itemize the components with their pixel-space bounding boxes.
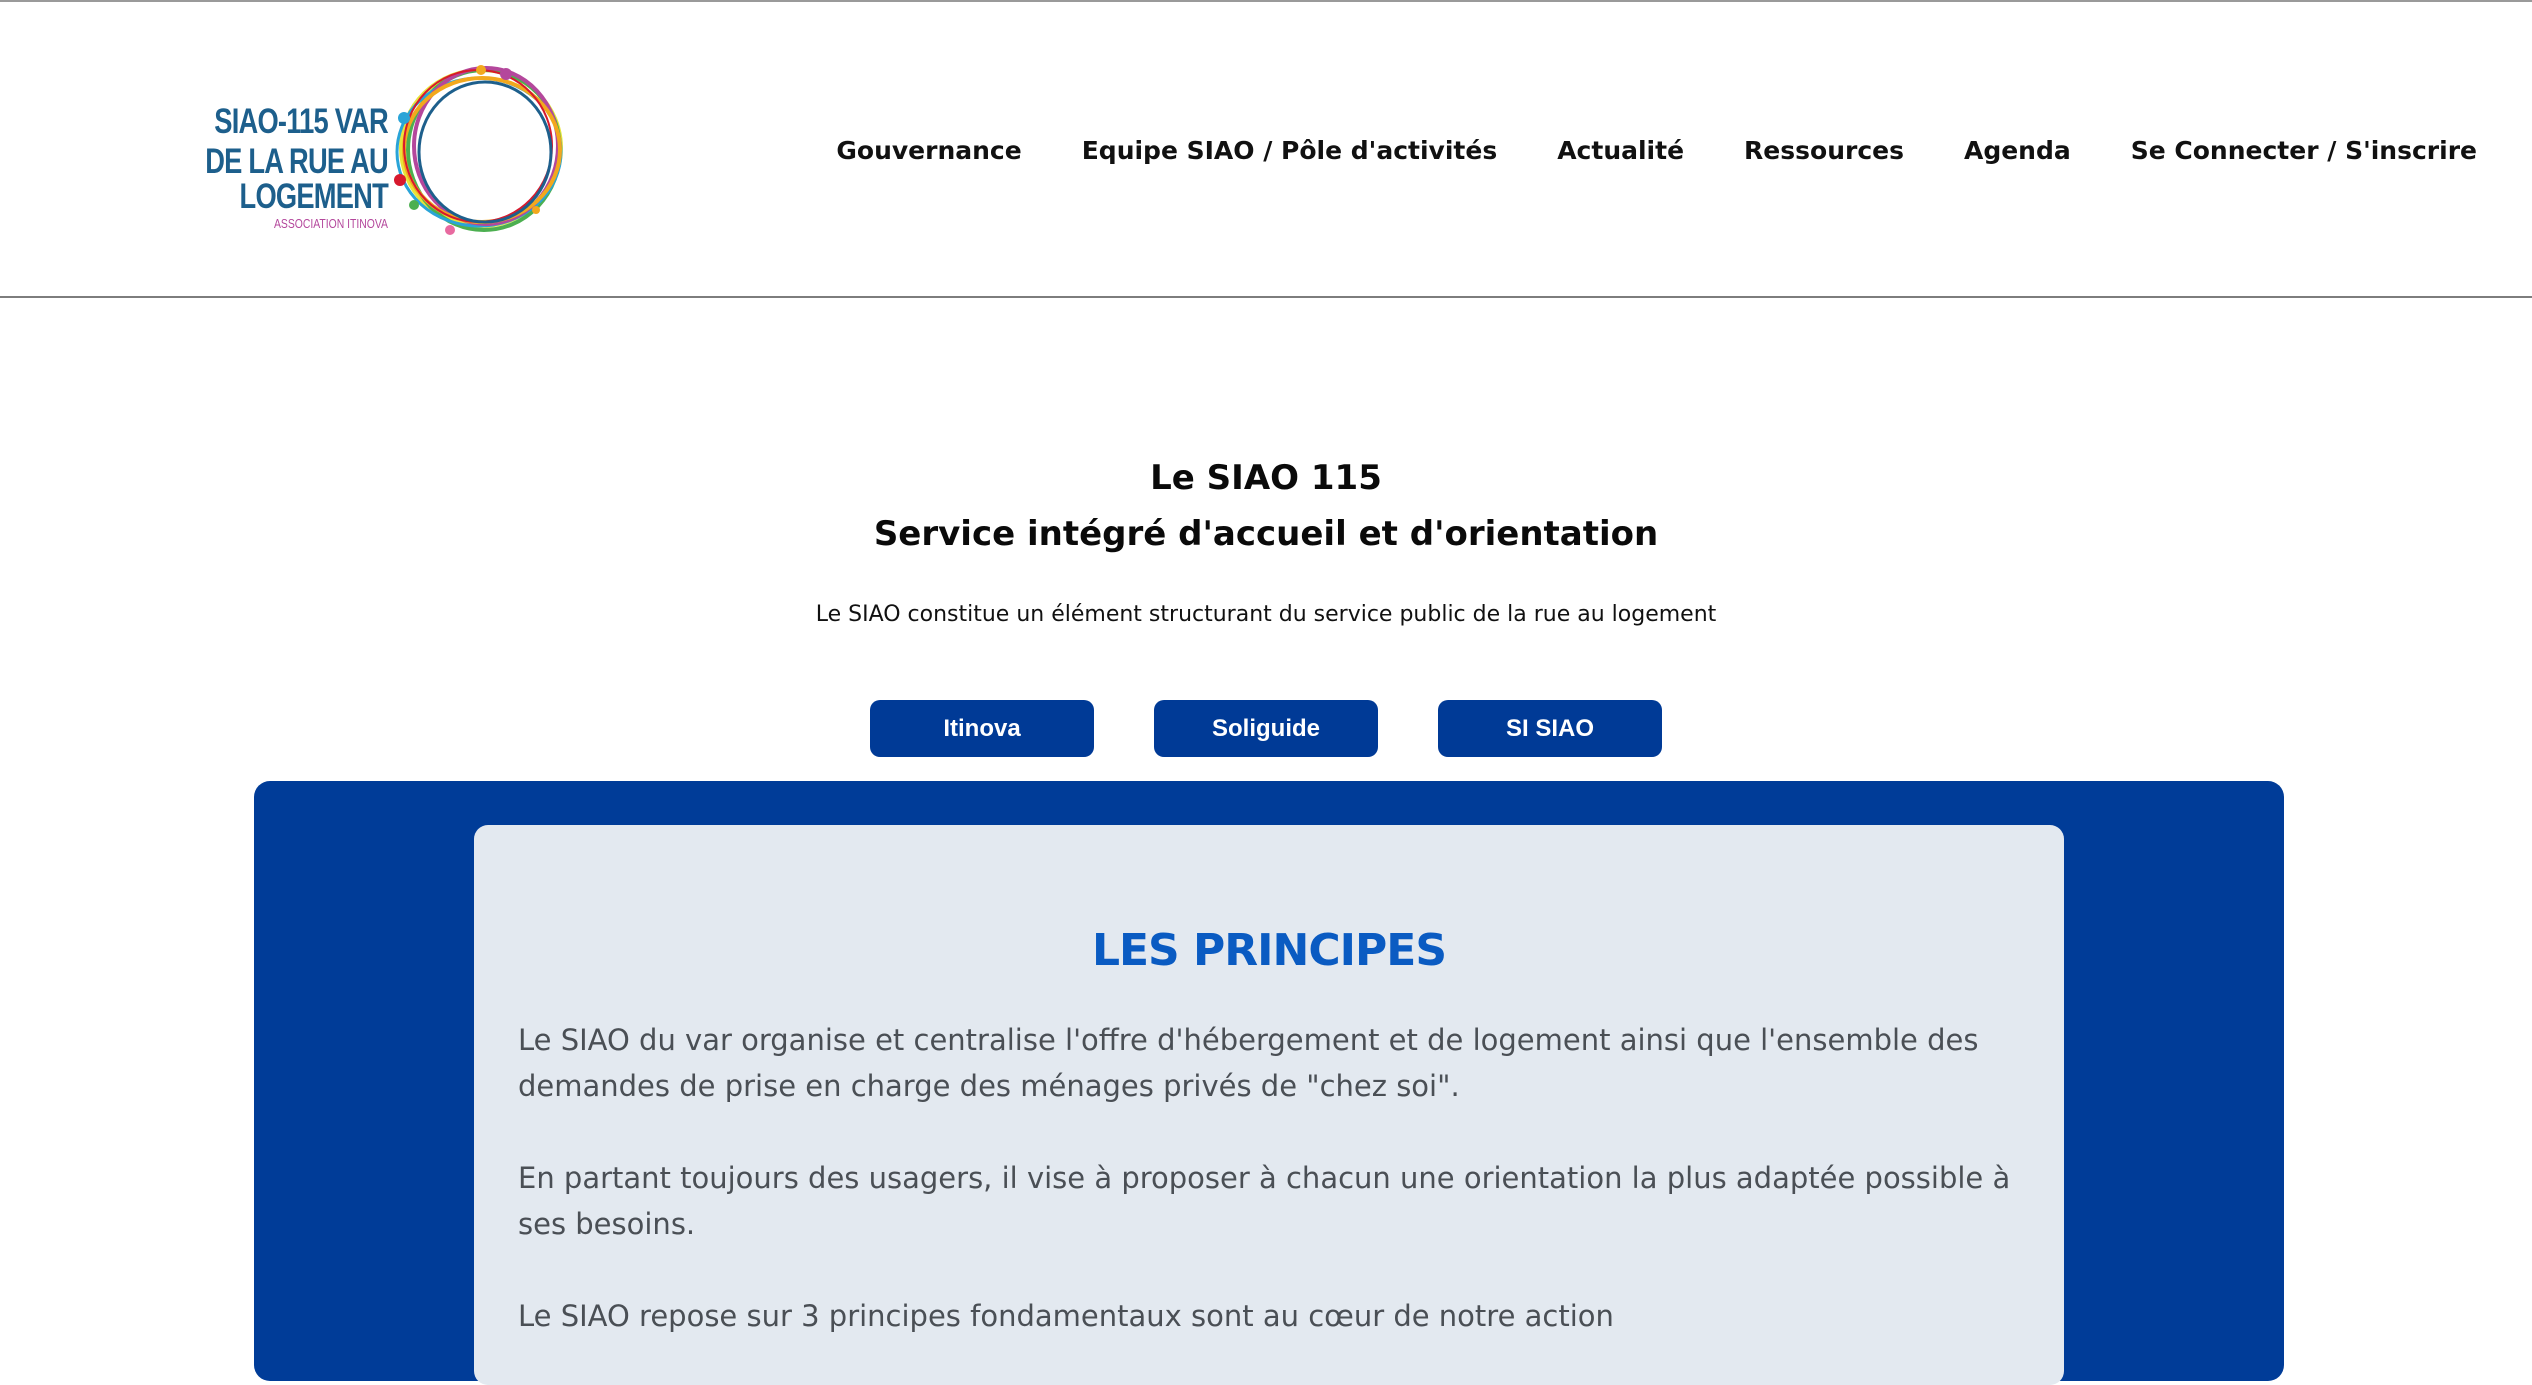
logo-line-1: SIAO-115 VAR — [214, 102, 389, 141]
soliguide-button[interactable]: Soliguide — [1154, 700, 1378, 757]
logo-wordmark: SIAO-115 VAR DE LA RUE AU LOGEMENT ASSOC… — [104, 102, 389, 231]
nav-login-register[interactable]: Se Connecter / S'inscrire — [2131, 136, 2477, 165]
nav-ressources[interactable]: Ressources — [1744, 136, 1904, 165]
nav-equipe-siao[interactable]: Equipe SIAO / Pôle d'activités — [1082, 136, 1497, 165]
page-title-line-2: Service intégré d'accueil et d'orientati… — [873, 514, 1659, 554]
principles-panel: LES PRINCIPES Le SIAO du var organise et… — [254, 781, 2284, 1385]
principles-paragraph-2: En partant toujours des usagers, il vise… — [518, 1161, 2011, 1241]
page-subtitle: Le SIAO constitue un élément structurant… — [815, 602, 1717, 627]
nav-agenda[interactable]: Agenda — [1964, 136, 2071, 165]
page-title: Le SIAO 115 Service intégré d'accueil et… — [0, 450, 2532, 562]
logo-line-3: ASSOCIATION ITINOVA — [273, 216, 388, 231]
nav-gouvernance[interactable]: Gouvernance — [836, 136, 1021, 165]
principles-paragraph-1: Le SIAO du var organise et centralise l'… — [518, 1023, 1979, 1103]
site-logo[interactable]: SIAO-115 VAR DE LA RUE AU LOGEMENT ASSOC… — [104, 60, 574, 240]
hero-section: Le SIAO 115 Service intégré d'accueil et… — [0, 450, 2532, 627]
principles-paragraph-3: Le SIAO repose sur 3 principes fondament… — [518, 1299, 1614, 1333]
site-header: SIAO-115 VAR DE LA RUE AU LOGEMENT ASSOC… — [0, 2, 2532, 296]
si-siao-button[interactable]: SI SIAO — [1438, 700, 1662, 757]
logo-rings-icon — [394, 65, 563, 235]
page-title-line-1: Le SIAO 115 — [1150, 458, 1382, 498]
principles-body: Le SIAO du var organise et centralise l'… — [518, 1017, 2018, 1385]
principles-title: LES PRINCIPES — [1091, 925, 1447, 976]
nav-actualite[interactable]: Actualité — [1557, 136, 1684, 165]
itinova-button[interactable]: Itinova — [870, 700, 1094, 757]
partner-buttons: Itinova Soliguide SI SIAO — [0, 700, 2532, 757]
principles-card: LES PRINCIPES Le SIAO du var organise et… — [474, 825, 2064, 1385]
header-divider — [0, 296, 2532, 298]
main-navigation: Gouvernance Equipe SIAO / Pôle d'activit… — [776, 130, 2477, 170]
logo-line-2: DE LA RUE AU LOGEMENT — [205, 142, 389, 216]
